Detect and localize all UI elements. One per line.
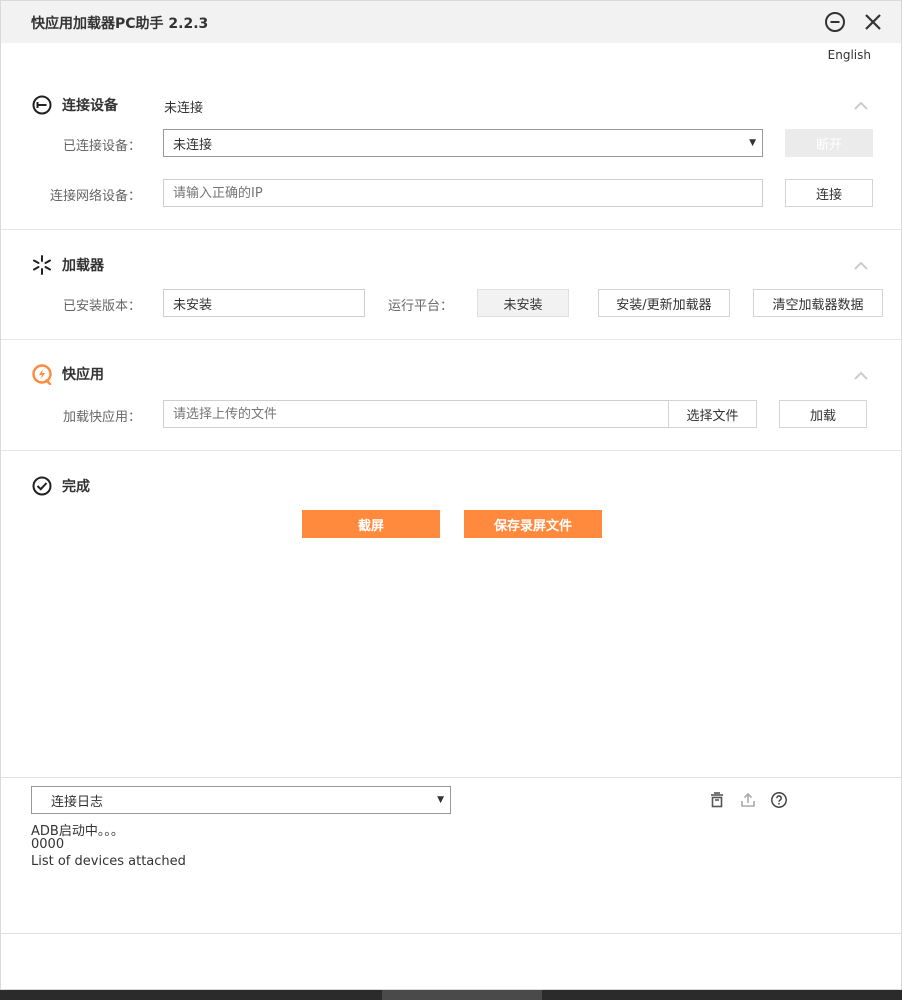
close-icon[interactable] [861,10,885,34]
done-section-title: 完成 [62,479,90,495]
log-line: List of devices attached [31,854,186,869]
caret-down-icon: ▼ [437,795,444,805]
choose-file-button[interactable]: 选择文件 [668,400,757,428]
loader-section-title: 加载器 [62,258,104,274]
connected-device-value: 未连接 [173,137,213,153]
network-device-label: 连接网络设备： [49,189,141,204]
screenshot-button[interactable]: 截屏 [302,510,440,538]
device-section: 连接设备 未连接 已连接设备： 未连接 ▼ 断开 连接网络设备： 连接 [1,81,901,230]
platform-value: 未安装 [477,289,569,317]
installed-version-text: 未安装 [173,297,213,313]
log-type-select[interactable]: 连接日志 ▼ [31,786,451,814]
taskbar [0,990,902,1000]
quickapp-logo-icon [31,363,53,386]
chevron-up-icon[interactable] [853,259,869,271]
upload-icon[interactable] [739,791,757,809]
ip-input[interactable] [163,179,763,207]
log-panel: 连接日志 ▼ ADB启动中。。。 0000 List of devices at… [1,777,901,934]
installed-version-label: 已安装版本： [62,299,141,314]
loader-section: 加载器 已安装版本： 未安装 运行平台： 未安装 安装/更新加载器 清空加载器数… [1,230,901,340]
clear-loader-data-button[interactable]: 清空加载器数据 [753,289,883,317]
chevron-up-icon[interactable] [853,99,869,111]
connected-device-label: 已连接设备： [62,139,141,154]
check-circle-icon [31,475,53,497]
connect-button[interactable]: 连接 [785,179,873,207]
quickapp-section-header: 快应用 [31,363,104,386]
language-switch-link[interactable]: English [828,48,871,62]
installed-version-value: 未安装 [163,289,365,317]
app-window: 快应用加载器PC助手 2.2.3 English 连接设备 未连接 已连接设备：… [0,0,902,990]
minimize-circle-icon[interactable] [823,10,847,34]
spinner-icon [31,254,53,276]
load-button[interactable]: 加载 [779,400,867,428]
platform-label: 运行平台： [387,299,453,314]
connected-device-select[interactable]: 未连接 ▼ [163,129,763,157]
log-line: 0000 [31,837,65,852]
save-recording-button[interactable]: 保存录屏文件 [464,510,602,538]
disconnect-button[interactable]: 断开 [785,129,873,157]
file-path-input[interactable] [163,400,669,428]
trash-icon[interactable] [708,791,726,809]
taskbar-item[interactable] [382,990,542,1000]
window-title: 快应用加载器PC助手 2.2.3 [31,16,209,32]
load-quickapp-label: 加载快应用： [62,410,141,425]
install-loader-button[interactable]: 安装/更新加载器 [598,289,730,317]
plug-circle-icon [31,94,53,116]
done-section-header: 完成 [31,475,90,497]
quickapp-section: 快应用 加载快应用： 选择文件 加载 [1,340,901,451]
device-section-title: 连接设备 [62,98,118,114]
quickapp-section-title: 快应用 [62,367,104,383]
log-type-value: 连接日志 [51,794,104,810]
caret-down-icon: ▼ [749,138,756,148]
device-section-header: 连接设备 [31,94,118,116]
device-status: 未连接 [164,101,204,116]
title-bar: 快应用加载器PC助手 2.2.3 [1,1,901,43]
chevron-up-icon[interactable] [853,369,869,381]
help-circle-icon[interactable] [770,791,788,809]
loader-section-header: 加载器 [31,254,104,276]
